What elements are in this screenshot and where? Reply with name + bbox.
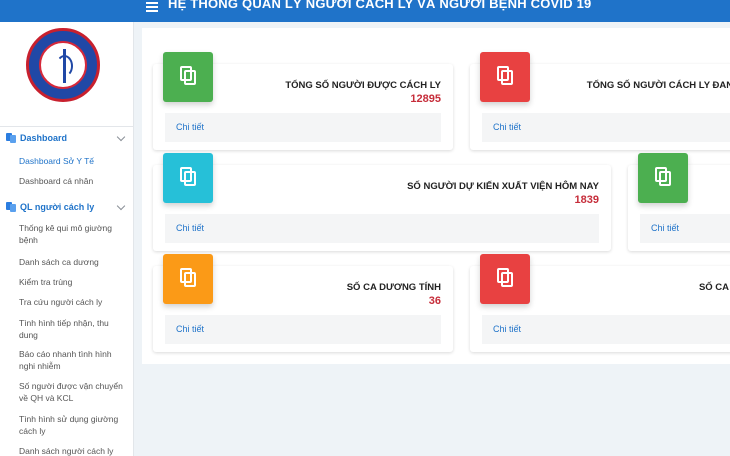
detail-link[interactable]: Chi tiết xyxy=(176,223,204,233)
sidebar-item-su-dung-giuong[interactable]: Tình hình sử dụng giường cách ly xyxy=(19,413,127,437)
sidebar-item-tiep-nhan-thu-dung[interactable]: Tình hình tiếp nhận, thu dung xyxy=(19,317,127,341)
detail-link[interactable]: Chi tiết xyxy=(493,122,521,132)
stat-card-4: Chi tiết xyxy=(628,153,730,251)
sidebar-item-bao-cao-nghi-nhiem[interactable]: Báo cáo nhanh tình hình nghi nhiễm xyxy=(19,348,127,372)
sidebar-item-thong-ke-giuong-benh[interactable]: Thống kê qui mô giường bệnh xyxy=(19,222,127,246)
stat-value: 12895 xyxy=(410,93,441,105)
dashboard-panel: TỔNG SỐ NGƯỜI ĐƯỢC CÁCH LY 12895 Chi tiế… xyxy=(142,28,730,364)
detail-link[interactable]: Chi tiết xyxy=(176,122,204,132)
app-title: HỆ THỐNG QUẢN LÝ NGƯỜI CÁCH LY VÀ NGƯỜI … xyxy=(168,0,592,11)
pages-icon xyxy=(6,133,17,143)
sidebar-item-so-nguoi-van-chuyen[interactable]: Số người được vận chuyển về QH và KCL xyxy=(19,380,127,404)
card-footer: Chi tiết xyxy=(482,315,730,344)
stat-card-dang-cach-ly: TỔNG SỐ NGƯỜI CÁCH LY ĐANG HIỆ Chi tiết xyxy=(470,52,730,150)
detail-link[interactable]: Chi tiết xyxy=(493,324,521,334)
copy-icon xyxy=(480,254,530,304)
top-header: HỆ THỐNG QUẢN LÝ NGƯỜI CÁCH LY VÀ NGƯỜI … xyxy=(0,0,730,22)
sidebar-group-ql-nguoi-cach-ly[interactable]: QL người cách ly xyxy=(0,199,134,217)
sidebar-item-kiem-tra-trung[interactable]: Kiểm tra trùng xyxy=(19,276,127,288)
chevron-down-icon xyxy=(116,201,126,211)
sidebar-item-tra-cuu-nguoi-cach-ly[interactable]: Tra cứu người cách ly xyxy=(19,296,127,308)
copy-icon xyxy=(163,254,213,304)
stat-card-du-kien-xuat-vien: SỐ NGƯỜI DỰ KIẾN XUẤT VIỆN HÔM NAY 1839 … xyxy=(153,153,611,251)
chevron-down-icon xyxy=(116,132,126,142)
copy-icon xyxy=(163,153,213,203)
copy-icon xyxy=(638,153,688,203)
card-footer: Chi tiết xyxy=(165,315,441,344)
sidebar-item-dashboard-so-y-te[interactable]: Dashboard Sở Y Tế xyxy=(19,155,127,167)
sidebar: Dashboard Dashboard Sở Y Tế Dashboard cá… xyxy=(0,22,134,456)
detail-link[interactable]: Chi tiết xyxy=(176,324,204,334)
sidebar-item-danh-sach-nguoi-cach-ly[interactable]: Danh sách người cách ly xyxy=(19,445,127,456)
card-footer: Chi tiết xyxy=(165,113,441,142)
sidebar-group-dashboard[interactable]: Dashboard xyxy=(0,130,134,148)
hamburger-menu-icon[interactable] xyxy=(146,0,158,14)
sidebar-item-dashboard-ca-nhan[interactable]: Dashboard cá nhân xyxy=(19,175,127,187)
detail-link[interactable]: Chi tiết xyxy=(651,223,679,233)
pages-icon xyxy=(6,202,17,212)
card-footer: Chi tiết xyxy=(165,214,599,243)
health-department-logo xyxy=(26,28,100,102)
stat-card-duong-tinh: SỐ CA DƯƠNG TÍNH 36 Chi tiết xyxy=(153,254,453,352)
sidebar-divider xyxy=(0,126,134,127)
stat-card-ca-tu-vong: SỐ CA TỬ Chi tiết xyxy=(470,254,730,352)
stat-value: 1839 xyxy=(574,194,599,206)
copy-icon xyxy=(163,52,213,102)
stat-value: 36 xyxy=(428,295,441,307)
copy-icon xyxy=(480,52,530,102)
card-footer: Chi tiết xyxy=(482,113,730,142)
stat-card-tong-cach-ly: TỔNG SỐ NGƯỜI ĐƯỢC CÁCH LY 12895 Chi tiế… xyxy=(153,52,453,150)
sidebar-item-danh-sach-ca-duong[interactable]: Danh sách ca dương xyxy=(19,256,127,268)
card-footer: Chi tiết xyxy=(640,214,730,243)
